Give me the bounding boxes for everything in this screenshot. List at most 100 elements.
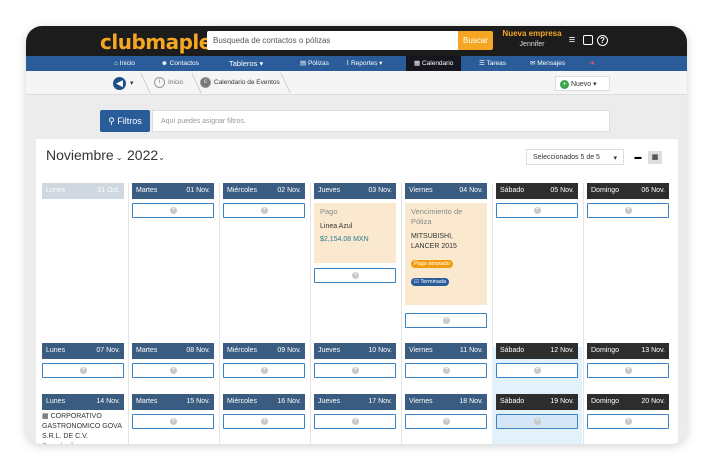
search-icon: ⚲ (108, 116, 118, 126)
nuevo-button[interactable]: + Nuevo ▾ (555, 76, 610, 91)
breadcrumb-current: Calendario de Eventos (214, 79, 280, 86)
add-event-button[interactable]: + (314, 268, 396, 283)
day-header: Sábado 19 Nov. (496, 394, 578, 410)
day-header: Viernes 18 Nov. (405, 394, 487, 410)
plus-icon: + (443, 418, 450, 425)
info-icon: i (154, 77, 165, 88)
chevron-down-icon[interactable]: ▾ (130, 79, 134, 87)
day-header: Lunes 07 Nov. (42, 343, 124, 359)
add-event-button[interactable]: + (587, 203, 669, 218)
add-event-button[interactable]: + (314, 363, 396, 378)
nav-mensajes[interactable]: ✉ Mensajes (530, 56, 565, 71)
day-header: Domingo 06 Nov. (587, 183, 669, 199)
day-header: Jueves 10 Nov. (314, 343, 396, 359)
day-header: Lunes 31 Oct. (42, 183, 124, 199)
nav-tableros[interactable]: Tableros ▾ (229, 56, 263, 71)
event-amount: $2,154.08 MXN (320, 236, 369, 243)
help-icon[interactable]: ? (597, 35, 608, 46)
search-button[interactable]: Buscar (458, 31, 493, 50)
column-divider (401, 183, 402, 444)
plus-icon: + (261, 207, 268, 214)
company-switcher[interactable]: Nueva empresa Jennifer (502, 29, 562, 48)
birthday-event[interactable]: ▦ CORPORATIVO GASTRONOMICO GOVA S.R.L. D… (42, 412, 130, 444)
plus-icon: + (560, 80, 569, 89)
add-event-button[interactable]: + (314, 414, 396, 429)
view-filter-select[interactable]: Seleccionados 5 de 5 ▾ (526, 149, 624, 165)
late-payment-badge: Pago atrasado (411, 260, 453, 268)
add-event-button[interactable]: + (223, 363, 305, 378)
add-event-button[interactable]: + (496, 414, 578, 429)
plus-icon: + (170, 418, 177, 425)
logout-icon[interactable]: ➜ (589, 56, 594, 71)
plus-icon: + (625, 207, 632, 214)
month-selector[interactable]: Noviembre ⌄ (46, 147, 123, 163)
day-header: Martes 15 Nov. (132, 394, 214, 410)
nav-contactos[interactable]: ☻ Contactos (161, 56, 199, 71)
policy-icon: ▤ (300, 60, 308, 67)
calendar-icon: ▦ (414, 60, 422, 67)
nav-inicio[interactable]: ⌂ Inicio (114, 56, 135, 71)
plus-icon: + (534, 418, 541, 425)
menu-icon[interactable]: ≡ (565, 33, 579, 47)
add-event-button[interactable]: + (223, 203, 305, 218)
grid-view-icon[interactable]: ▦ (648, 151, 662, 164)
calendar-icon: c (200, 77, 211, 88)
filters-input[interactable]: Aquí puedes asignar filtros. (152, 110, 610, 132)
plus-icon: + (443, 367, 450, 374)
payment-event-card[interactable]: Pago Linea Azul $2,154.08 MXN (314, 203, 396, 263)
plus-icon: + (534, 367, 541, 374)
add-event-button[interactable]: + (42, 363, 124, 378)
search-input[interactable]: Busqueda de contactos o pólizas (207, 31, 462, 50)
list-view-icon[interactable]: ▬ (631, 151, 645, 164)
add-event-button[interactable]: + (405, 363, 487, 378)
add-event-button[interactable]: + (132, 363, 214, 378)
add-event-button[interactable]: + (405, 313, 487, 328)
day-header: Viernes 11 Nov. (405, 343, 487, 359)
plus-icon: + (352, 418, 359, 425)
plus-icon: + (261, 367, 268, 374)
plus-icon: + (80, 367, 87, 374)
column-divider (219, 183, 220, 444)
event-type: Vencimiento de Póliza (411, 207, 463, 226)
add-event-button[interactable]: + (587, 363, 669, 378)
event-type: Cumpleaños (42, 442, 130, 444)
back-icon[interactable]: ◀ (113, 77, 126, 90)
add-event-button[interactable]: + (132, 203, 214, 218)
app-window: clubmaple Busqueda de contactos o póliza… (26, 26, 687, 444)
main-nav: ⌂ Inicio ☻ Contactos Tableros ▾ ▤ Póliza… (26, 56, 687, 71)
day-header: Sábado 12 Nov. (496, 343, 578, 359)
document-icon[interactable] (583, 35, 593, 45)
clubmaple-logo[interactable]: clubmaple (100, 30, 212, 54)
add-event-button[interactable]: + (587, 414, 669, 429)
nav-calendario[interactable]: ▦ Calendario (406, 56, 462, 71)
contacts-icon: ☻ (161, 60, 170, 67)
company-name: Nueva empresa (502, 29, 562, 38)
add-event-button[interactable]: + (223, 414, 305, 429)
nav-reportes[interactable]: ⌇ Reportes ▾ (346, 56, 382, 71)
event-name: MITSUBISHI, LANCER 2015 (411, 233, 457, 250)
policy-expiry-event-card[interactable]: Vencimiento de Póliza MITSUBISHI, LANCER… (405, 203, 487, 305)
calendar-panel: Noviembre ⌄ 2022⌄ Seleccionados 5 de 5 ▾ … (36, 139, 678, 444)
nav-polizas[interactable]: ▤ Pólizas (300, 56, 329, 71)
add-event-button[interactable]: + (496, 363, 578, 378)
year-selector[interactable]: 2022⌄ (127, 147, 165, 163)
add-event-button[interactable]: + (496, 203, 578, 218)
filters-button[interactable]: ⚲ Filtros (100, 110, 150, 132)
chevron-down-icon: ▾ (593, 81, 597, 88)
filters-bar: ⚲ Filtros Aquí puedes asignar filtros. (26, 95, 687, 139)
add-event-button[interactable]: + (132, 414, 214, 429)
day-header: Martes 08 Nov. (132, 343, 214, 359)
day-header: Miércoles 16 Nov. (223, 394, 305, 410)
plus-icon: + (170, 207, 177, 214)
day-header: Martes 01 Nov. (132, 183, 214, 199)
nav-tareas[interactable]: ☰ Tareas (479, 56, 506, 71)
add-event-button[interactable]: + (405, 414, 487, 429)
column-divider (128, 183, 129, 444)
breadcrumb-separator (131, 73, 151, 93)
building-icon: ▦ (42, 413, 51, 420)
plus-icon: + (352, 367, 359, 374)
chevron-down-icon: ▾ (257, 59, 264, 68)
breadcrumb-inicio[interactable]: Inicio (168, 79, 183, 86)
chevron-down-icon: ⌄ (113, 153, 123, 162)
user-name: Jennifer (519, 41, 545, 48)
